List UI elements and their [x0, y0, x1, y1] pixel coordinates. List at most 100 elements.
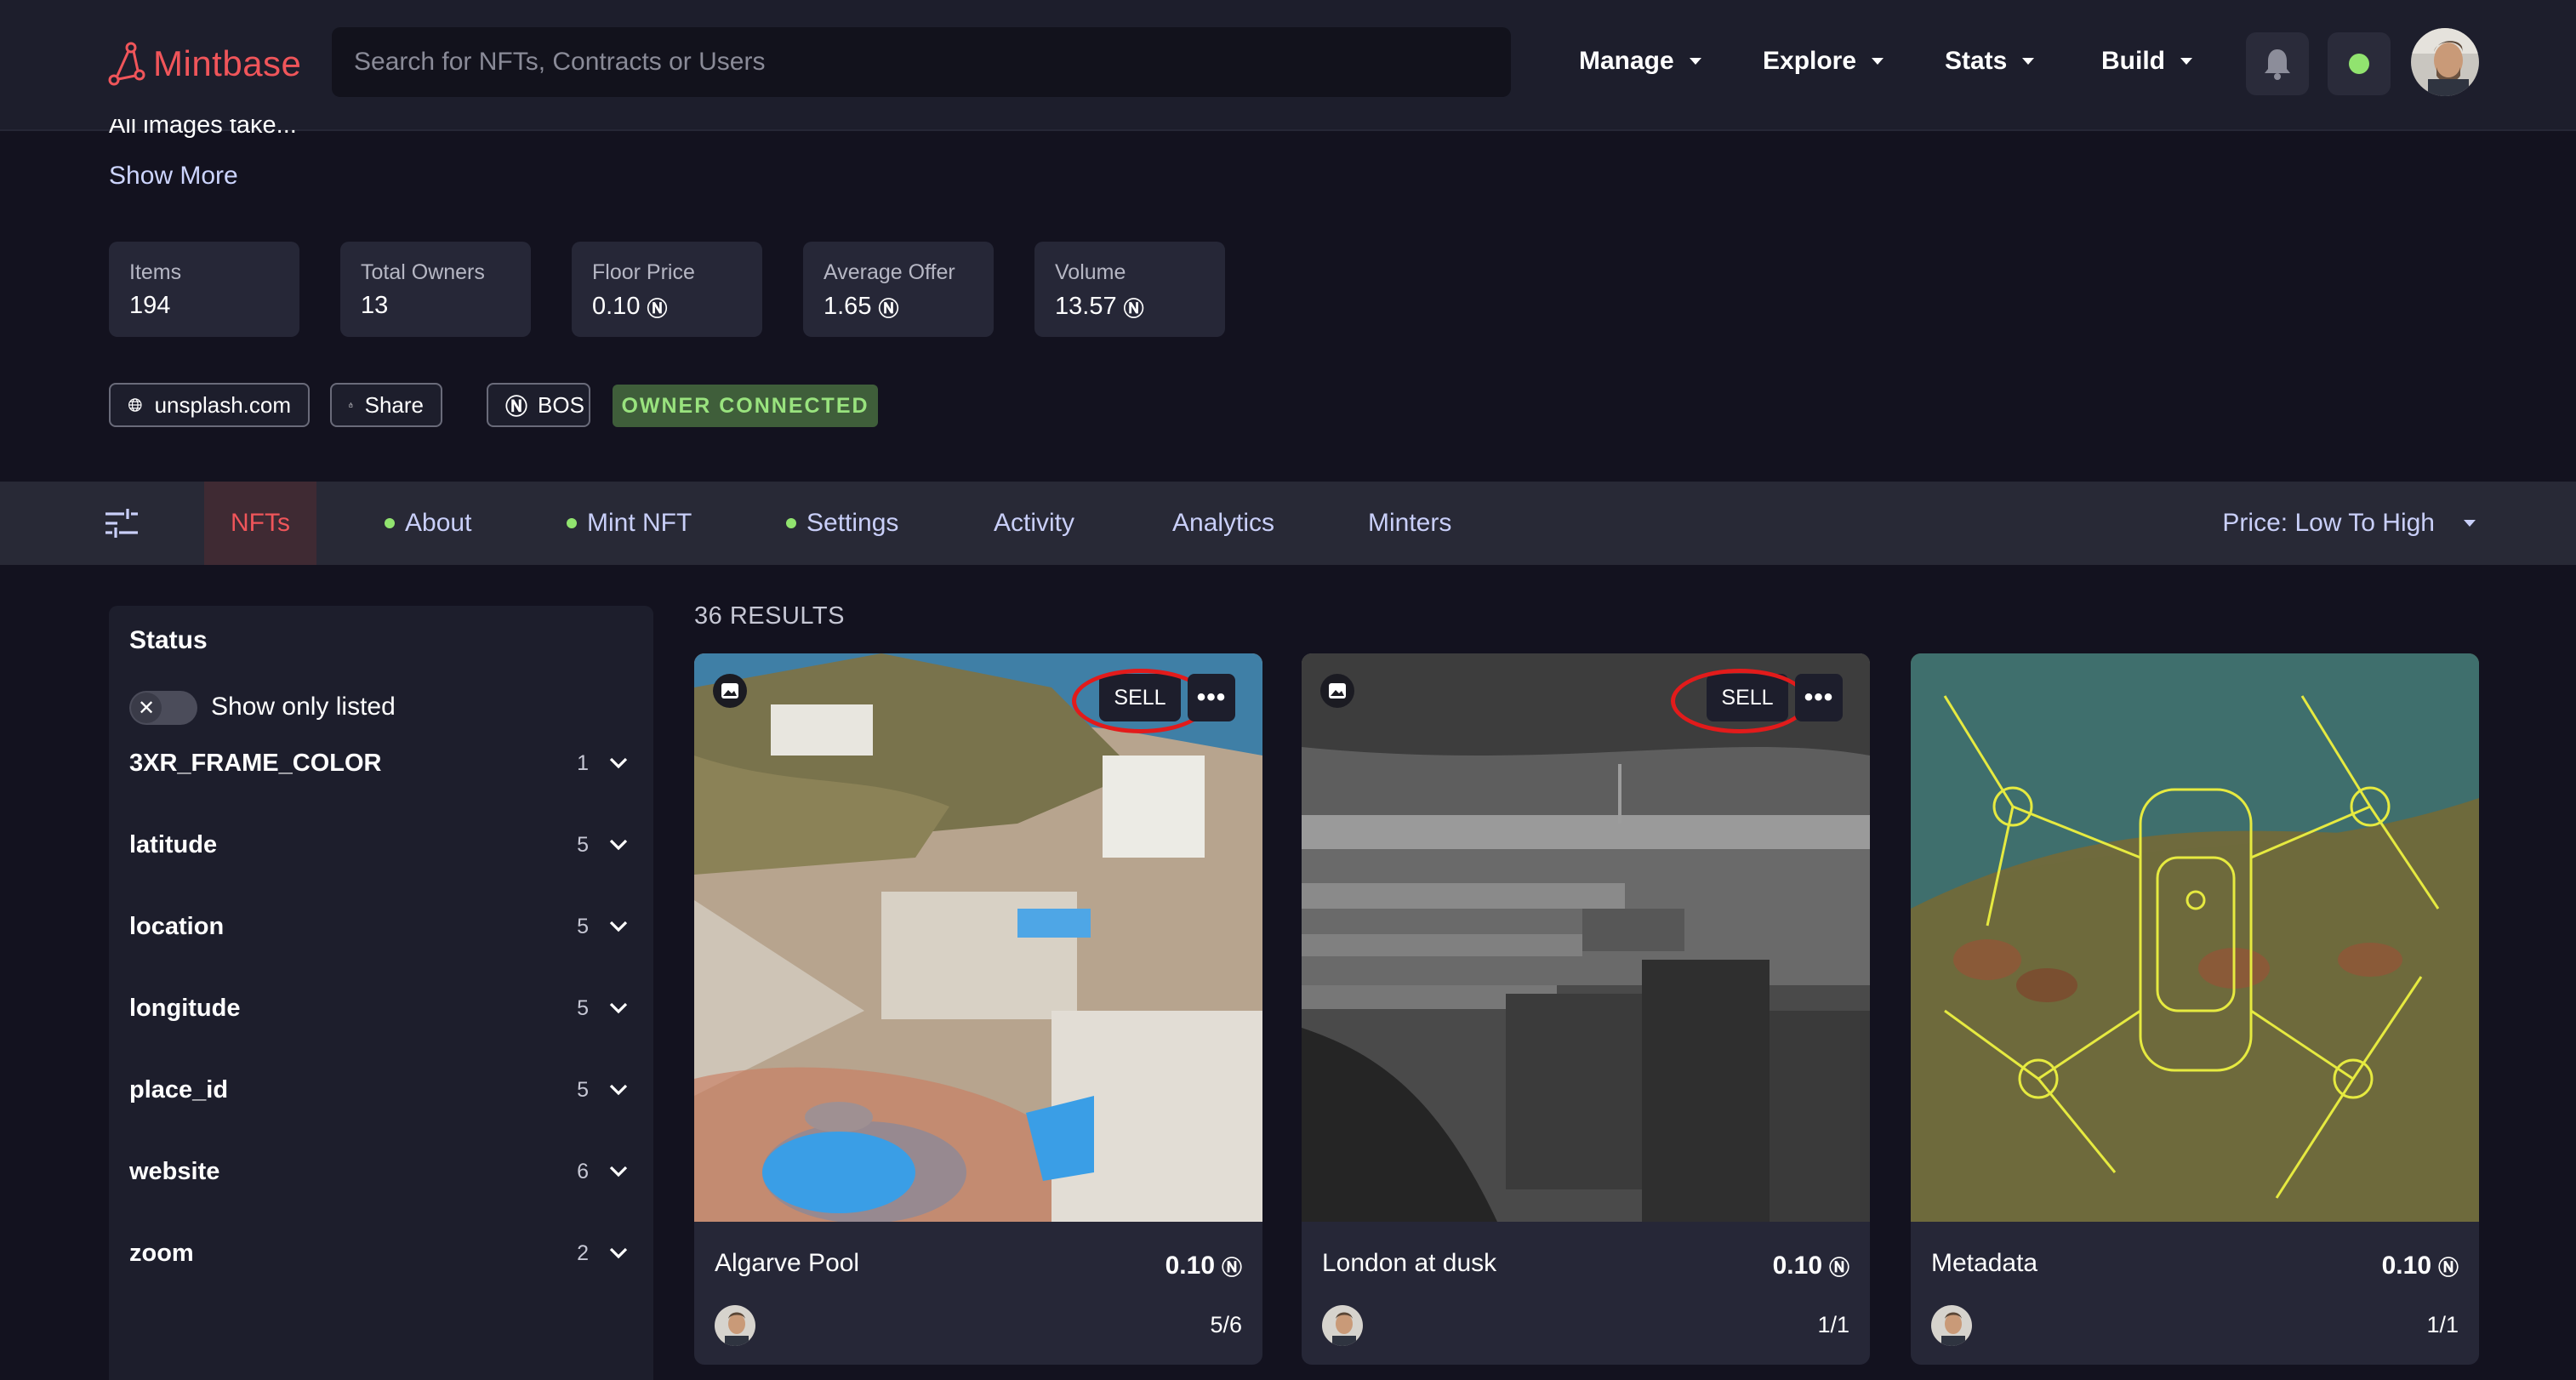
menu-stats[interactable]: Stats	[1945, 37, 2035, 85]
top-navbar: Mintbase Search for NFTs, Contracts or U…	[0, 0, 2576, 131]
chevron-down-icon	[609, 1002, 628, 1014]
price-value: 0.10	[1772, 1251, 1822, 1280]
menu-explore[interactable]: Explore	[1763, 37, 1884, 85]
brand-name: Mintbase	[153, 43, 302, 83]
owner-avatar[interactable]	[1322, 1305, 1363, 1346]
near-token-icon: Ⓝ	[647, 298, 668, 321]
attribute-name: longitude	[129, 994, 241, 1022]
nft-price: 0.10 Ⓝ	[1165, 1251, 1242, 1280]
menu-manage[interactable]: Manage	[1579, 37, 1701, 85]
attribute-filter-3xr-frame-color[interactable]: 3XR_FRAME_COLOR 1	[129, 742, 628, 784]
nft-price: 0.10 Ⓝ	[2382, 1251, 2459, 1280]
nft-card[interactable]: SELL ••• Algarve Pool 0.10 Ⓝ 5/6	[694, 653, 1262, 1365]
attribute-name: 3XR_FRAME_COLOR	[129, 749, 382, 777]
stat-label: Total Owners	[361, 260, 485, 284]
nft-edition: 5/6	[1210, 1312, 1242, 1337]
online-status-icon	[2349, 54, 2369, 74]
description-text: All images take...	[109, 119, 297, 139]
nft-image-metadata	[1911, 653, 2479, 1222]
stat-number: 13.57	[1055, 293, 1117, 320]
bos-link[interactable]: Ⓝ BOS	[487, 383, 590, 427]
stat-number: 1.65	[824, 293, 872, 320]
chevron-down-icon	[609, 1084, 628, 1096]
tab-mint-nft[interactable]: Mint NFT	[567, 482, 692, 565]
attribute-name: zoom	[129, 1239, 194, 1267]
tab-label: About	[405, 509, 472, 537]
bos-label: BOS	[538, 391, 584, 418]
wallet-status-button[interactable]	[2328, 32, 2391, 95]
share-icon	[349, 402, 353, 408]
tab-label: Minters	[1368, 509, 1452, 537]
attribute-filter-location[interactable]: location 5	[129, 905, 628, 948]
tab-minters[interactable]: Minters	[1368, 482, 1451, 565]
attribute-filter-latitude[interactable]: latitude 5	[129, 824, 628, 866]
attribute-filter-place-id[interactable]: place_id 5	[129, 1069, 628, 1111]
show-more-link[interactable]: Show More	[109, 162, 238, 191]
website-link[interactable]: unsplash.com	[109, 383, 310, 427]
chevron-down-icon	[1689, 58, 1701, 65]
results-count: 36 RESULTS	[694, 602, 845, 630]
tab-settings[interactable]: Settings	[786, 482, 898, 565]
more-options-button[interactable]: •••	[1795, 674, 1843, 721]
collection-tabs: NFTs About Mint NFT Settings Activity An…	[0, 482, 2576, 565]
status-dot-icon	[567, 518, 577, 528]
chevron-down-icon	[609, 921, 628, 932]
show-only-listed-toggle[interactable]: ✕	[129, 691, 197, 725]
website-label: unsplash.com	[154, 391, 291, 418]
stat-number: 0.10	[592, 293, 641, 320]
highlight-annotation	[1671, 669, 1809, 733]
tab-analytics[interactable]: Analytics	[1172, 482, 1274, 565]
near-token-icon: Ⓝ	[1829, 1257, 1849, 1280]
mintbase-logo[interactable]: Mintbase	[105, 37, 301, 90]
stat-value: 1.65 Ⓝ	[824, 292, 973, 322]
attribute-filter-longitude[interactable]: longitude 5	[129, 987, 628, 1029]
nft-image[interactable]	[1911, 653, 2479, 1222]
owner-avatar[interactable]	[715, 1305, 755, 1346]
stat-items: Items 194	[109, 242, 299, 337]
user-avatar-image	[2411, 28, 2479, 96]
menu-build[interactable]: Build	[2101, 37, 2192, 85]
owner-connected-badge: OWNER CONNECTED	[613, 385, 878, 427]
notifications-button[interactable]	[2246, 32, 2309, 95]
filter-sliders-icon[interactable]	[104, 507, 140, 539]
tab-nfts[interactable]: NFTs	[204, 482, 316, 565]
search-input[interactable]: Search for NFTs, Contracts or Users	[332, 27, 1511, 97]
near-logo-icon: Ⓝ	[505, 393, 528, 419]
tab-about[interactable]: About	[385, 482, 471, 565]
owner-avatar[interactable]	[1931, 1305, 1972, 1346]
attribute-filter-zoom[interactable]: zoom 2	[129, 1232, 628, 1275]
attribute-filter-website[interactable]: website 6	[129, 1150, 628, 1193]
tab-label: Analytics	[1172, 509, 1275, 537]
stat-label: Volume	[1055, 260, 1126, 284]
user-avatar[interactable]	[2411, 28, 2479, 96]
attribute-name: location	[129, 912, 225, 940]
more-options-button[interactable]: •••	[1188, 674, 1235, 721]
menu-explore-label: Explore	[1763, 47, 1857, 75]
chevron-down-icon	[2022, 58, 2035, 65]
nft-image[interactable]	[694, 653, 1262, 1222]
nft-card[interactable]: Metadata 0.10 Ⓝ 1/1	[1911, 653, 2479, 1365]
chevron-down-icon	[609, 1166, 628, 1178]
nft-title: Metadata	[1931, 1249, 2038, 1277]
stat-label: Average Offer	[824, 260, 955, 284]
sort-dropdown[interactable]: Price: Low To High	[2222, 482, 2476, 565]
chevron-down-icon	[2464, 520, 2476, 527]
collection-description: All images take...	[109, 119, 297, 148]
nft-card[interactable]: SELL ••• London at dusk 0.10 Ⓝ 1/1	[1302, 653, 1870, 1365]
stat-number: 13	[361, 292, 389, 319]
share-button[interactable]: Share	[330, 383, 442, 427]
nft-image[interactable]	[1302, 653, 1870, 1222]
tab-label: Activity	[994, 509, 1075, 537]
tab-activity[interactable]: Activity	[994, 482, 1074, 565]
status-dot-icon	[385, 518, 395, 528]
stat-value: 13	[361, 292, 510, 320]
attribute-count: 5	[577, 832, 589, 857]
nft-image-london	[1302, 653, 1870, 1222]
share-label: Share	[364, 391, 424, 418]
stat-label: Floor Price	[592, 260, 695, 284]
stat-average-offer: Average Offer 1.65 Ⓝ	[803, 242, 994, 337]
price-value: 0.10	[1165, 1251, 1215, 1280]
filters-sidebar: Status ✕ Show only listed 3XR_FRAME_COLO…	[109, 606, 653, 1380]
near-token-icon: Ⓝ	[2438, 1257, 2459, 1280]
status-heading: Status	[129, 626, 208, 654]
